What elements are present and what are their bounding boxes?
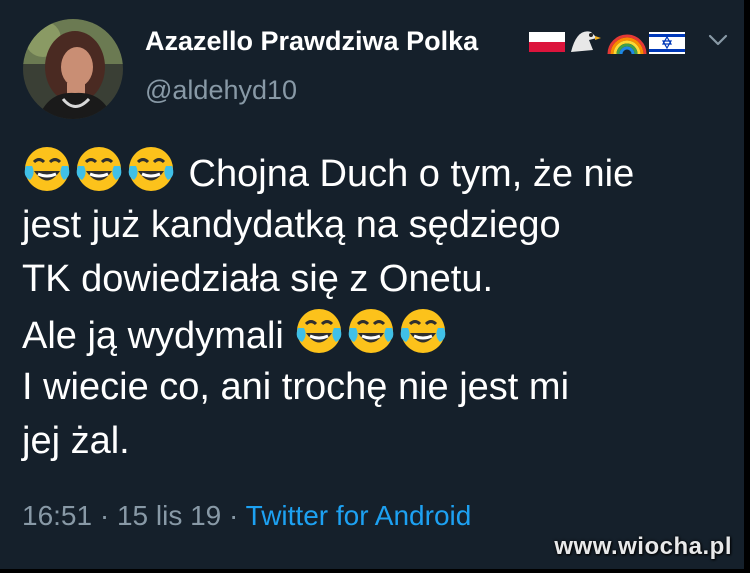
tweet-text: Chojna Duch o tym, że nie jest już kandy… <box>22 144 732 468</box>
tweet-line-5: I wiecie co, ani trochę nie jest mi <box>22 366 570 408</box>
flag-poland-icon <box>529 32 565 52</box>
tweet-meta: 16:51 · 15 lis 19 · Twitter for Android <box>22 500 471 532</box>
profile-emoji-flags <box>527 22 687 62</box>
author-display-name[interactable]: Azazello Prawdziwa Polka <box>145 26 478 57</box>
rainbow-icon <box>607 34 647 55</box>
tears-of-joy-emoji-icon <box>349 309 394 353</box>
tears-of-joy-emoji-icon <box>297 309 342 353</box>
tears-of-joy-emoji-icon <box>128 147 174 191</box>
chevron-down-icon[interactable] <box>705 30 731 50</box>
tears-of-joy-emoji-icon <box>76 147 122 191</box>
tweet-time[interactable]: 16:51 <box>22 500 92 531</box>
bottom-edge <box>0 569 750 573</box>
tweet-line-1: Chojna Duch o tym, że nie <box>22 144 732 198</box>
avatar-image <box>23 19 123 119</box>
watermark: www.wiocha.pl <box>554 533 732 560</box>
tears-of-joy-emoji-icon <box>401 309 446 353</box>
tweet-source-link[interactable]: Twitter for Android <box>246 500 472 531</box>
eagle-icon <box>571 31 601 52</box>
tears-of-joy-emoji-icon <box>24 147 70 191</box>
tweet-line-4: Ale ją wydymali <box>22 306 732 360</box>
right-edge <box>744 0 750 573</box>
tweet-line-2: jest już kandydatką na sędziego <box>22 204 561 246</box>
avatar[interactable] <box>23 19 123 119</box>
tweet-line-4-text: Ale ją wydymali <box>22 315 295 357</box>
flag-israel-icon <box>649 32 685 54</box>
meta-separator: · <box>92 500 117 531</box>
meta-separator: · <box>221 500 246 531</box>
author-handle[interactable]: @aldehyd10 <box>145 75 297 106</box>
tweet-line-3: TK dowiedziała się z Onetu. <box>22 258 494 300</box>
tweet-line-1-text: Chojna Duch o tym, że nie <box>178 153 635 195</box>
tweet-date[interactable]: 15 lis 19 <box>117 500 221 531</box>
tweet-line-6: jej żal. <box>22 420 130 462</box>
